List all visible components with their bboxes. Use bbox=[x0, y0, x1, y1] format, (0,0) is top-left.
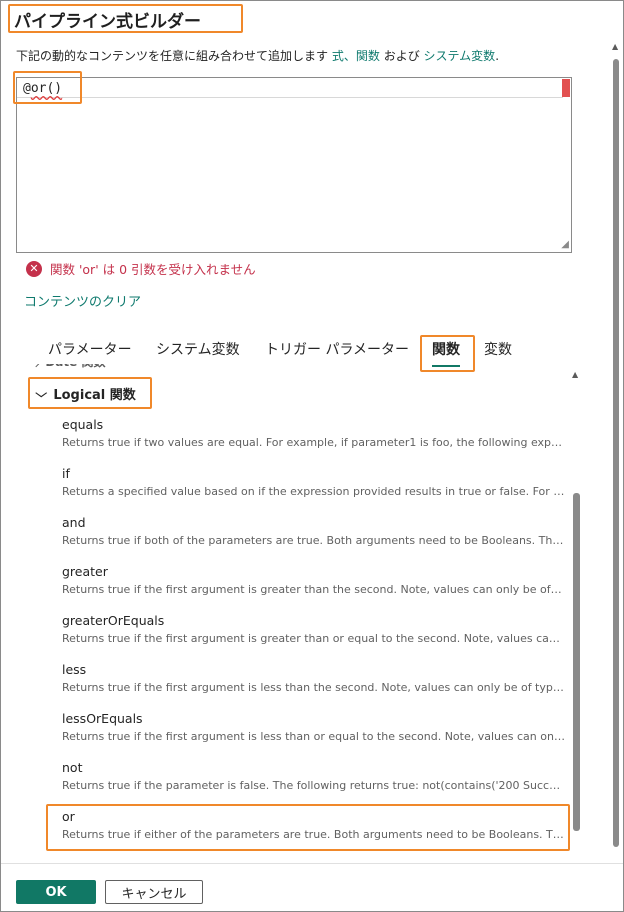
code-at: @ bbox=[23, 81, 31, 96]
function-summary: Returns true if the parameter is false. … bbox=[62, 779, 565, 792]
function-item-equals[interactable]: equals Returns true if two values are eq… bbox=[62, 417, 565, 451]
error-message: ✕ 関数 'or' は 0 引数を受け入れません bbox=[26, 259, 256, 278]
function-name: greaterOrEquals bbox=[62, 613, 165, 628]
function-item-less[interactable]: less Returns true if the first argument … bbox=[62, 662, 565, 696]
error-circle-icon: ✕ bbox=[26, 260, 42, 277]
and-text: および bbox=[383, 49, 420, 63]
function-name: lessOrEquals bbox=[62, 711, 143, 726]
list-scroll-up-icon[interactable]: ▲ bbox=[572, 371, 578, 379]
ok-button[interactable]: OK bbox=[16, 880, 96, 904]
function-summary: Returns a specified value based on if th… bbox=[62, 485, 565, 498]
chevron-right-icon: ⌵ bbox=[30, 358, 44, 368]
dialog-title: パイプライン式ビルダー bbox=[14, 12, 201, 32]
error-text: 関数 'or' は 0 引数を受け入れません bbox=[50, 262, 256, 277]
function-summary: Returns true if either of the parameters… bbox=[62, 828, 565, 841]
cancel-button[interactable]: キャンセル bbox=[105, 880, 203, 904]
function-summary: Returns true if the first argument is le… bbox=[62, 681, 565, 694]
system-variables-link[interactable]: システム変数 bbox=[424, 49, 496, 63]
function-item-lessorequals[interactable]: lessOrEquals Returns true if the first a… bbox=[62, 711, 565, 745]
logical-functions-header[interactable]: ⌵ Logical 関数 bbox=[35, 384, 136, 404]
expression-code[interactable]: @or() bbox=[23, 81, 62, 96]
editor-error-marker bbox=[562, 79, 570, 97]
function-name: greater bbox=[62, 564, 108, 579]
resize-grip-icon[interactable]: ◢ bbox=[561, 240, 569, 250]
chevron-down-icon: ⌵ bbox=[35, 386, 48, 400]
footer-divider bbox=[1, 863, 623, 864]
tab-trigger-parameters[interactable]: トリガー パラメーター bbox=[265, 339, 409, 359]
clear-content-link[interactable]: コンテンツのクリア bbox=[24, 291, 141, 310]
function-name: not bbox=[62, 760, 83, 775]
tab-functions[interactable]: 関数 bbox=[432, 339, 460, 359]
function-item-and[interactable]: and Returns true if both of the paramete… bbox=[62, 515, 565, 549]
tab-variables[interactable]: 変数 bbox=[484, 339, 512, 359]
function-item-if[interactable]: if Returns a specified value based on if… bbox=[62, 466, 565, 500]
dialog-scrollbar[interactable]: ▲ bbox=[611, 41, 621, 849]
description: 下記の動的なコンテンツを任意に組み合わせて追加します 式、関数 および システム… bbox=[16, 47, 499, 64]
functions-link[interactable]: 関数 bbox=[356, 49, 380, 63]
expression-editor[interactable]: @or() ◢ bbox=[16, 77, 572, 253]
logical-functions-label: Logical 関数 bbox=[53, 388, 136, 403]
function-summary: Returns true if both of the parameters a… bbox=[62, 534, 565, 547]
expression-link[interactable]: 式、 bbox=[332, 49, 356, 63]
function-item-greaterorequals[interactable]: greaterOrEquals Returns true if the firs… bbox=[62, 613, 565, 647]
function-summary: Returns true if the first argument is le… bbox=[62, 730, 565, 743]
function-item-or[interactable]: or Returns true if either of the paramet… bbox=[62, 809, 565, 843]
functions-list-scrollbar[interactable]: ▲ bbox=[571, 369, 581, 861]
period: . bbox=[495, 49, 500, 63]
active-tab-indicator bbox=[432, 365, 460, 367]
function-name: and bbox=[62, 515, 86, 530]
function-summary: Returns true if two values are equal. Fo… bbox=[62, 436, 565, 449]
dialog-scroll-thumb[interactable] bbox=[613, 59, 619, 847]
tab-system-variables[interactable]: システム変数 bbox=[156, 339, 240, 359]
description-text: 下記の動的なコンテンツを任意に組み合わせて追加します bbox=[16, 49, 329, 63]
tab-parameters[interactable]: パラメーター bbox=[48, 339, 132, 359]
code-function: or() bbox=[30, 81, 63, 96]
function-name: or bbox=[62, 809, 75, 824]
scroll-up-icon[interactable]: ▲ bbox=[612, 43, 618, 51]
function-name: if bbox=[62, 466, 70, 481]
editor-current-line bbox=[17, 78, 563, 98]
function-summary: Returns true if the first argument is gr… bbox=[62, 583, 565, 596]
dialog: パイプライン式ビルダー ▲ 下記の動的なコンテンツを任意に組み合わせて追加します… bbox=[0, 0, 624, 912]
list-scroll-thumb[interactable] bbox=[573, 493, 580, 831]
function-item-not[interactable]: not Returns true if the parameter is fal… bbox=[62, 760, 565, 794]
function-name: equals bbox=[62, 417, 104, 432]
function-name: less bbox=[62, 662, 87, 677]
function-summary: Returns true if the first argument is gr… bbox=[62, 632, 565, 645]
function-item-greater[interactable]: greater Returns true if the first argume… bbox=[62, 564, 565, 598]
